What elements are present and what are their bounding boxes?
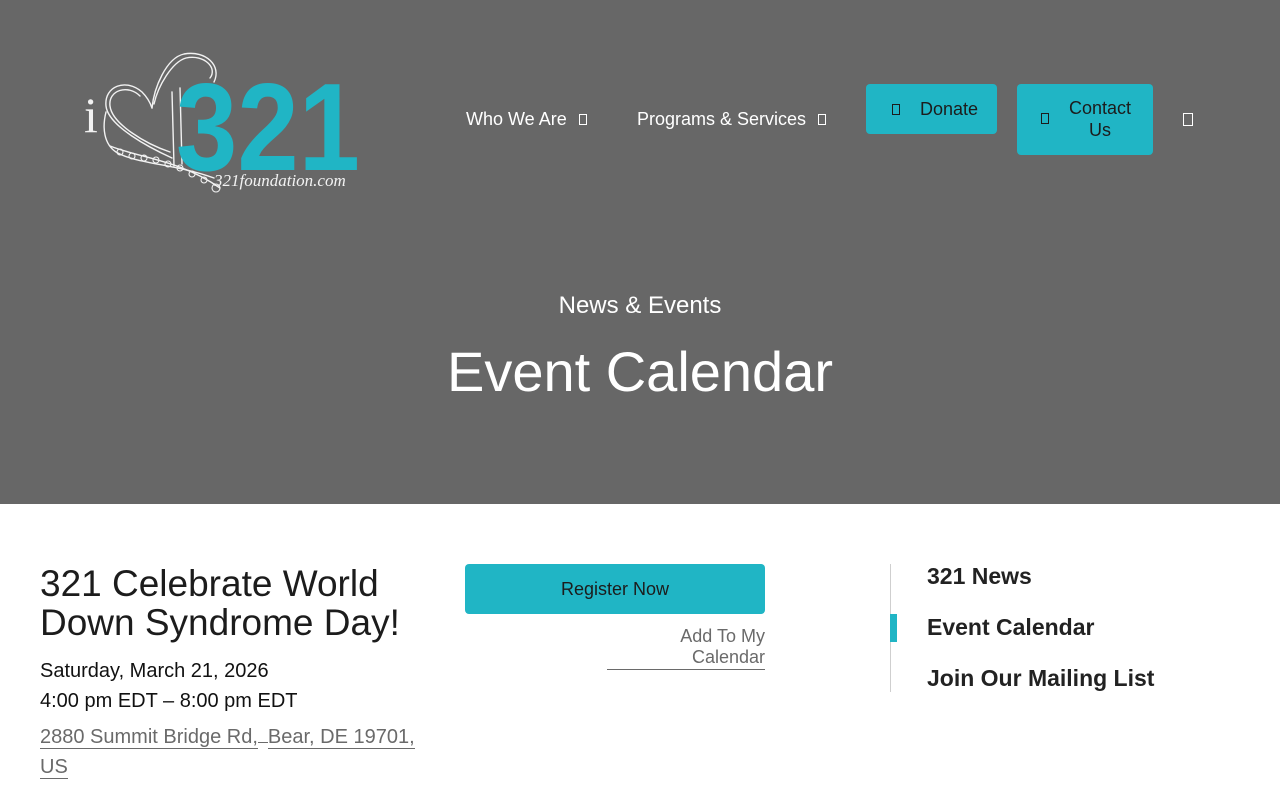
donate-label: Donate: [920, 98, 979, 119]
address-street-link[interactable]: 2880 Summit Bridge Rd,: [40, 726, 258, 749]
logo-graphic: i 321 321foundation.com: [84, 52, 360, 197]
nav-who-we-are[interactable]: Who We Are: [466, 108, 587, 130]
hero-subtitle: News & Events: [558, 292, 722, 319]
event-address: 2880 Summit Bridge Rd, Bear, DE 19701, US: [40, 722, 440, 782]
nav-programs-label: Programs & Services: [637, 108, 807, 129]
svg-text:i: i: [84, 87, 98, 143]
sidebar-item-event-calendar[interactable]: Event Calendar: [927, 614, 1094, 641]
site-logo[interactable]: i 321 321foundation.com: [80, 48, 370, 200]
contact-label: Contact Us: [1068, 98, 1132, 140]
chevron-down-icon: [578, 113, 587, 125]
search-icon[interactable]: [1183, 113, 1193, 126]
address-country-link[interactable]: US: [40, 756, 68, 779]
chevron-down-icon: [818, 113, 827, 125]
hero-banner: i 321 321foundation.com Who We Are Progr…: [0, 0, 1280, 504]
nav-who-we-are-label: Who We Are: [466, 108, 567, 129]
contact-us-button[interactable]: Contact Us: [1017, 84, 1153, 155]
page-title: Event Calendar: [446, 340, 833, 403]
nav-programs-services[interactable]: Programs & Services: [637, 108, 827, 130]
sidebar-active-indicator: [890, 614, 897, 642]
event-time: 4:00 pm EDT – 8:00 pm EDT: [40, 690, 298, 712]
svg-text:321foundation.com: 321foundation.com: [213, 171, 346, 190]
sidebar-item-mailing-list[interactable]: Join Our Mailing List: [927, 665, 1154, 692]
donate-button[interactable]: Donate: [866, 84, 997, 134]
heart-icon: [892, 103, 900, 115]
address-city-link[interactable]: Bear, DE 19701,: [267, 726, 415, 749]
event-title: 321 Celebrate World Down Syndrome Day!: [40, 563, 400, 643]
add-to-calendar-link[interactable]: Add To My Calendar: [607, 626, 765, 670]
mail-icon: [1041, 113, 1049, 124]
register-now-button[interactable]: Register Now: [465, 564, 765, 614]
event-date: Saturday, March 21, 2026: [40, 660, 269, 682]
sidebar-item-321-news[interactable]: 321 News: [927, 563, 1032, 590]
